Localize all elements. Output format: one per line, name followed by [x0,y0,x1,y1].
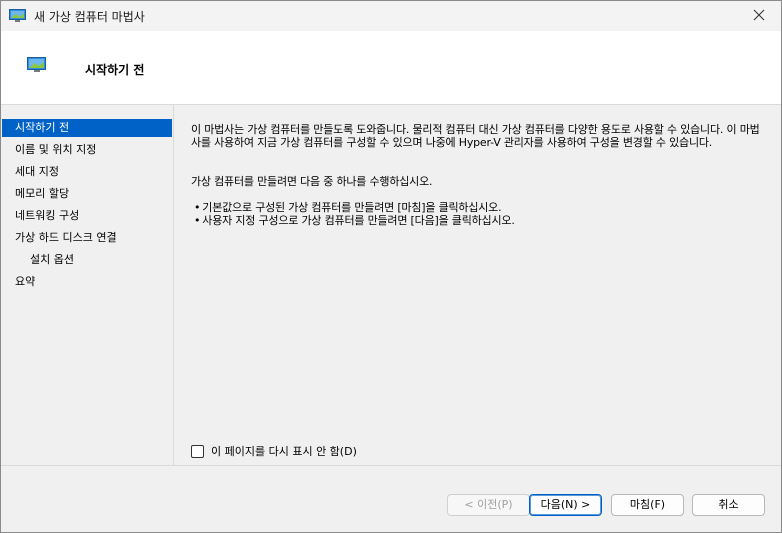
bullet-item-finish: • 기본값으로 구성된 가상 컴퓨터를 만들려면 [마침]을 클릭하십시오. [194,201,502,214]
wizard-header: 시작하기 전 [1,31,781,105]
dont-show-again-checkbox[interactable] [191,444,204,458]
window-title: 새 가상 컴퓨터 마법사 [34,10,145,24]
bullet-text: 사용자 지정 구성으로 가상 컴퓨터를 만들려면 [다음]을 클릭하십시오. [202,214,515,227]
close-button[interactable] [737,1,781,31]
bullet-item-next: • 사용자 지정 구성으로 가상 컴퓨터를 만들려면 [다음]을 클릭하십시오. [194,214,515,227]
step-networking[interactable]: 네트워킹 구성 [2,207,172,225]
next-button[interactable]: 다음(N) > [529,494,602,516]
step-memory[interactable]: 메모리 할당 [2,185,172,203]
footer-divider [1,465,781,466]
step-before-you-begin[interactable]: 시작하기 전 [2,119,172,137]
step-installation-options[interactable]: 설치 옵션 [2,251,172,269]
finish-button[interactable]: 마침(F) [611,494,684,516]
step-virtual-hard-disk[interactable]: 가상 하드 디스크 연결 [2,229,172,247]
title-bar: 새 가상 컴퓨터 마법사 [1,1,781,31]
dont-show-again-option[interactable]: 이 페이지를 다시 표시 안 함(D) [191,443,357,459]
page-title: 시작하기 전 [85,63,145,77]
bullet-icon: • [194,201,201,214]
virtual-machine-icon [27,57,47,76]
close-icon [753,9,765,24]
wizard-content: 이 마법사는 가상 컴퓨터를 만들도록 도와줍니다. 물리적 컴퓨터 대신 가상… [174,105,781,465]
bullet-text: 기본값으로 구성된 가상 컴퓨터를 만들려면 [마침]을 클릭하십시오. [202,201,502,214]
bullet-icon: • [194,214,201,227]
virtual-machine-icon [9,9,26,26]
wizard-step-list: 시작하기 전 이름 및 위치 지정 세대 지정 메모리 할당 네트워킹 구성 가… [1,105,174,465]
cancel-button[interactable]: 취소 [692,494,765,516]
instruction-paragraph: 가상 컴퓨터를 만들려면 다음 중 하나를 수행하십시오. [191,175,433,188]
intro-paragraph: 이 마법사는 가상 컴퓨터를 만들도록 도와줍니다. 물리적 컴퓨터 대신 가상… [191,123,760,149]
step-generation[interactable]: 세대 지정 [2,163,172,181]
previous-button[interactable]: < 이전(P) [447,494,530,516]
step-summary[interactable]: 요약 [2,273,172,291]
wizard-window: 새 가상 컴퓨터 마법사 시작하기 전 시작하기 전 이름 및 위치 지정 세대… [0,0,782,533]
step-name-location[interactable]: 이름 및 위치 지정 [2,141,172,159]
dont-show-again-label: 이 페이지를 다시 표시 안 함(D) [211,445,357,458]
